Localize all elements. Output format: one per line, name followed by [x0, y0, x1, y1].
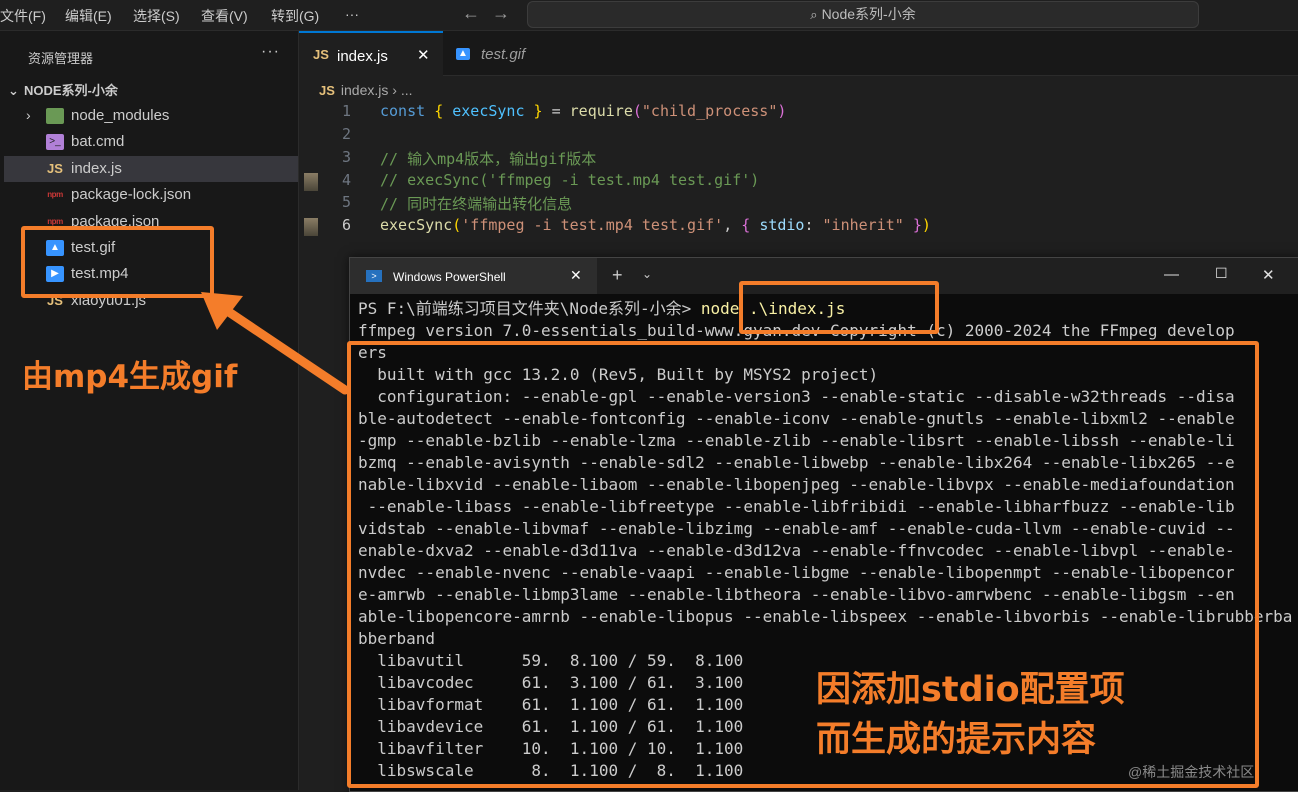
editor-tabs: JS index.js ✕ ▲ test.gif	[299, 31, 1298, 77]
code-line-6[interactable]: 6 execSync('ffmpeg -i test.mp4 test.gif'…	[299, 216, 1298, 238]
menu-view[interactable]: 查看(V)	[201, 6, 248, 26]
folder-icon	[46, 108, 64, 124]
annotation-label-left: 由mp4生成gif	[22, 359, 238, 395]
js-icon: JS	[313, 47, 329, 62]
menu-file[interactable]: 文件(F)	[0, 6, 46, 26]
forward-arrow-icon[interactable]: →	[492, 3, 510, 24]
annotation-label-right-2: 而生成的提示内容	[816, 720, 1097, 760]
back-arrow-icon[interactable]: ←	[462, 3, 480, 24]
explorer-sidebar: 资源管理器 ··· ⌄ NODE系列-小余 › node_modules >_ b…	[0, 31, 299, 790]
search-text: Node系列-小余	[821, 6, 916, 22]
tree-item-label: node_modules	[71, 107, 170, 124]
terminal-tab-title: Windows PowerShell	[393, 270, 506, 284]
chevron-right-icon: ›	[26, 107, 31, 123]
tree-item-label: bat.cmd	[71, 133, 125, 150]
code-line-1[interactable]: 1 const { execSync } = require("child_pr…	[299, 102, 1298, 124]
annotation-box-command	[739, 281, 939, 334]
close-icon[interactable]: ✕	[417, 46, 430, 64]
image-icon: ▲	[456, 48, 470, 60]
search-icon: ⌕	[810, 7, 818, 22]
new-tab-icon[interactable]: +	[612, 265, 623, 286]
tree-item-label: package-lock.json	[71, 186, 192, 203]
avatar	[304, 173, 318, 191]
code-line-5[interactable]: 5 // 同时在终端输出转化信息	[299, 193, 1298, 215]
command-center-search[interactable]: ⌕ Node系列-小余	[527, 1, 1199, 28]
menu-selection[interactable]: 选择(S)	[133, 6, 180, 26]
line-number: 6	[341, 216, 351, 234]
line-number: 5	[341, 193, 351, 211]
code-line-2[interactable]: 2	[299, 125, 1298, 147]
minimize-icon[interactable]: —	[1164, 266, 1179, 283]
code-text: // execSync('ffmpeg -i test.mp4 test.gif…	[380, 171, 760, 189]
breadcrumb[interactable]: JS index.js › ...	[319, 82, 413, 98]
cmd-icon: >_	[46, 134, 64, 150]
explorer-title: 资源管理器	[28, 51, 94, 66]
terminal-prompt: PS F:\前端练习项目文件夹\Node系列-小余>	[358, 299, 701, 318]
close-icon[interactable]: ✕	[570, 267, 582, 284]
code-line-4[interactable]: 4 // execSync('ffmpeg -i test.mp4 test.g…	[299, 171, 1298, 193]
tab-index-js[interactable]: JS index.js ✕	[299, 31, 443, 77]
menu-edit[interactable]: 编辑(E)	[65, 6, 112, 26]
menu-more[interactable]: ···	[345, 6, 359, 22]
tree-item-package-lock[interactable]: npm package-lock.json	[4, 182, 298, 208]
npm-icon: npm	[47, 190, 63, 199]
tab-test-gif[interactable]: ▲ test.gif	[444, 31, 564, 75]
code-text: execSync('ffmpeg -i test.mp4 test.gif', …	[380, 216, 931, 234]
title-bar: 文件(F) 编辑(E) 选择(S) 查看(V) 转到(G) ··· ← → ⌕ N…	[0, 0, 1298, 31]
tree-item-label: index.js	[71, 160, 122, 177]
tab-label: test.gif	[481, 46, 526, 63]
tree-item-bat-cmd[interactable]: >_ bat.cmd	[4, 129, 298, 155]
avatar	[304, 218, 318, 236]
code-text: // 输入mp4版本，输出gif版本	[380, 150, 597, 168]
js-icon: JS	[47, 161, 63, 176]
folder-name: NODE系列-小余	[24, 83, 118, 98]
maximize-icon[interactable]: ☐	[1215, 265, 1228, 282]
chevron-down-icon[interactable]: ⌄	[642, 267, 652, 281]
chevron-down-icon: ⌄	[8, 83, 19, 98]
breadcrumb-path: index.js › ...	[340, 82, 413, 98]
terminal-tab[interactable]: > Windows PowerShell ✕	[350, 258, 597, 294]
watermark: @稀土掘金技术社区	[1128, 764, 1255, 780]
annotation-box-files	[21, 226, 214, 298]
annotation-label-right-1: 因添加stdio配置项	[816, 670, 1125, 710]
powershell-icon: >	[366, 270, 382, 282]
code-line-3[interactable]: 3 // 输入mp4版本，输出gif版本	[299, 148, 1298, 170]
tree-item-index-js[interactable]: JS index.js	[4, 156, 298, 182]
workspace-folder-header[interactable]: ⌄ NODE系列-小余	[8, 80, 118, 99]
line-number: 4	[341, 171, 351, 189]
menu-go[interactable]: 转到(G)	[271, 6, 319, 26]
code-text: // 同时在终端输出转化信息	[380, 195, 573, 213]
line-number: 1	[341, 102, 351, 120]
more-actions-icon[interactable]: ···	[261, 43, 280, 61]
js-icon: JS	[319, 83, 335, 98]
line-number: 3	[341, 148, 351, 166]
annotation-box-output	[347, 341, 1259, 788]
line-number: 2	[341, 125, 351, 143]
tab-label: index.js	[337, 48, 388, 65]
code-text: const { execSync } = require("child_proc…	[380, 102, 787, 120]
tree-item-node-modules[interactable]: › node_modules	[4, 103, 298, 129]
close-window-icon[interactable]: ✕	[1262, 266, 1275, 284]
